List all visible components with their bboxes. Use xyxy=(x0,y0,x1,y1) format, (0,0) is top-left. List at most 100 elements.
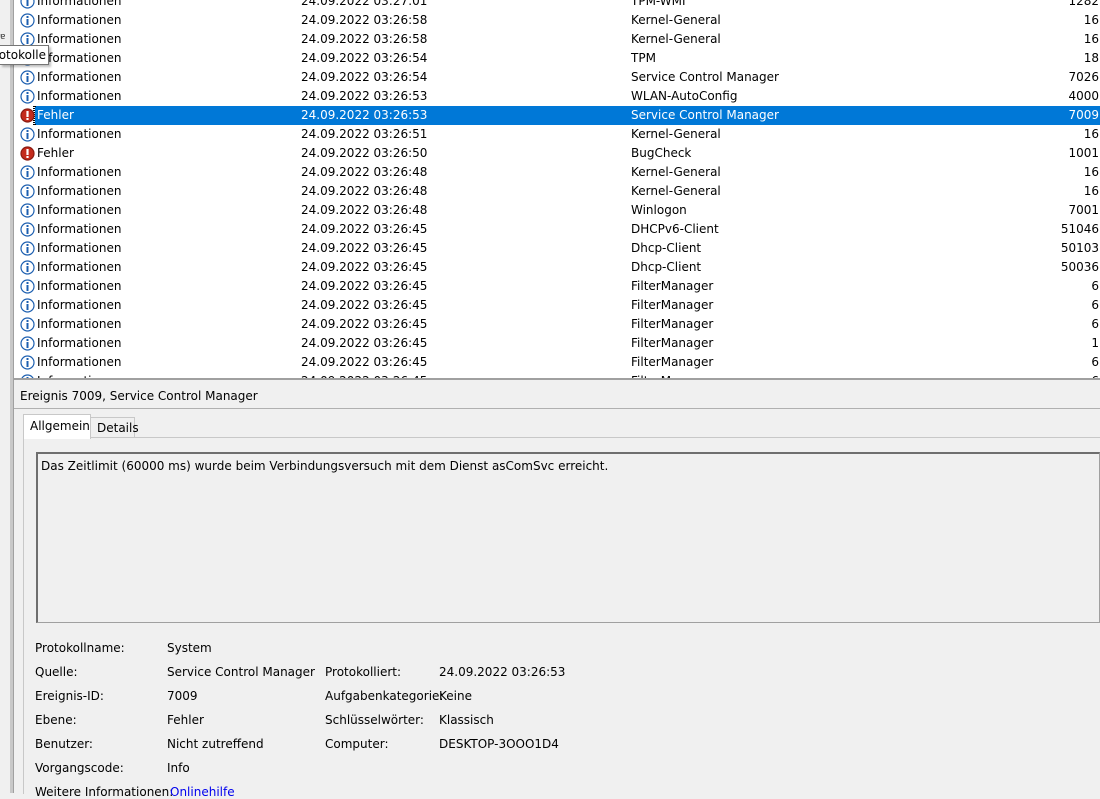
keywords-value: Klassisch xyxy=(439,713,494,727)
keywords-label: Schlüsselwörter: xyxy=(325,713,424,727)
event-row[interactable]: Informationen 24.09.2022 03:26:45 Dhcp-Cli… xyxy=(14,239,1100,258)
event-id-value: 7009 xyxy=(167,689,198,703)
log-name-label: Protokollname: xyxy=(35,641,125,655)
event-id: 1282 xyxy=(1068,0,1099,8)
event-id: 16 xyxy=(1083,32,1099,46)
event-row[interactable]: Informationen 24.09.2022 03:26:45 Dhcp-Cli… xyxy=(14,258,1100,277)
event-level: Informationen xyxy=(37,317,122,331)
info-icon xyxy=(20,89,35,104)
event-date: 24.09.2022 03:26:51 xyxy=(301,127,428,141)
event-date: 24.09.2022 03:26:58 xyxy=(301,13,428,27)
event-id: 7009 xyxy=(1068,108,1099,122)
event-row[interactable]: Informationen 24.09.2022 03:26:48 Kernel-G… xyxy=(14,182,1100,201)
event-list[interactable]: Informationen 24.09.2022 03:27:01 TPM-WMI 1… xyxy=(14,0,1100,380)
event-source: Kernel-General xyxy=(631,13,721,27)
event-level: Informationen xyxy=(37,89,122,103)
opcode-value: Info xyxy=(167,761,190,775)
event-id: 18 xyxy=(1083,51,1099,65)
event-date: 24.09.2022 03:26:48 xyxy=(301,184,428,198)
event-row[interactable]: Informationen 24.09.2022 03:26:54 Service … xyxy=(14,68,1100,87)
event-row[interactable]: Fehler 24.09.2022 03:26:50 BugCheck 1001 xyxy=(14,144,1100,163)
event-message-box[interactable]: Das Zeitlimit (60000 ms) wurde beim Verb… xyxy=(36,452,1100,623)
event-id: 6 xyxy=(1091,317,1099,331)
event-row[interactable]: Informationen 24.09.2022 03:26:45 FilterMa… xyxy=(14,315,1100,334)
event-level: Informationen xyxy=(37,51,122,65)
info-icon xyxy=(20,0,35,9)
online-help-link[interactable]: Onlinehilfe xyxy=(170,785,235,799)
tab-details[interactable]: Details xyxy=(91,417,139,438)
detail-header: Ereignis 7009, Service Control Manager xyxy=(14,381,1100,409)
event-row[interactable]: Informationen 24.09.2022 03:26:51 Kernel-G… xyxy=(14,125,1100,144)
event-source: Winlogon xyxy=(631,203,687,217)
user-value: Nicht zutreffend xyxy=(167,737,264,751)
horizontal-splitter[interactable] xyxy=(14,378,1100,380)
event-source: FilterManager xyxy=(631,298,714,312)
source-value: Service Control Manager xyxy=(167,665,315,679)
level-value: Fehler xyxy=(167,713,204,727)
more-info-label: Weitere Informationen: xyxy=(35,785,174,799)
info-icon xyxy=(20,70,35,85)
event-row[interactable]: Informationen 24.09.2022 03:26:58 Kernel-G… xyxy=(14,11,1100,30)
event-row[interactable]: Informationen 24.09.2022 03:26:45 DHCPv6-C… xyxy=(14,220,1100,239)
event-row[interactable]: Informationen 24.09.2022 03:26:45 FilterMa… xyxy=(14,334,1100,353)
event-row[interactable]: Informationen 24.09.2022 03:27:01 TPM-WMI 1… xyxy=(14,0,1100,11)
event-source: Dhcp-Client xyxy=(631,260,702,274)
info-icon xyxy=(20,222,35,237)
event-id: 16 xyxy=(1083,13,1099,27)
info-icon xyxy=(20,260,35,275)
event-id: 51046 xyxy=(1060,222,1099,236)
event-level: Fehler xyxy=(37,108,74,122)
event-row[interactable]: Informationen 24.09.2022 03:26:45 FilterMa… xyxy=(14,353,1100,372)
event-source: Kernel-General xyxy=(631,127,721,141)
event-level: Informationen xyxy=(37,203,122,217)
event-id: 50103 xyxy=(1060,241,1099,255)
event-id: 1 xyxy=(1091,336,1099,350)
event-row[interactable]: Fehler 24.09.2022 03:26:53 Service Control… xyxy=(14,106,1100,125)
event-source: Service Control Manager xyxy=(631,70,779,84)
event-id-label: Ereignis-ID: xyxy=(35,689,104,703)
event-level: Informationen xyxy=(37,0,122,8)
tab-general[interactable]: Allgemein xyxy=(23,414,91,439)
event-level: Informationen xyxy=(37,279,122,293)
task-category-label: Aufgabenkategorie: xyxy=(325,689,444,703)
info-icon xyxy=(20,165,35,180)
event-id: 16 xyxy=(1083,127,1099,141)
event-date: 24.09.2022 03:27:01 xyxy=(301,0,428,8)
level-label: Ebene: xyxy=(35,713,77,727)
event-level: Informationen xyxy=(37,222,122,236)
event-source: Service Control Manager xyxy=(631,108,779,122)
event-level: Informationen xyxy=(37,336,122,350)
info-icon xyxy=(20,13,35,28)
event-level: Informationen xyxy=(37,260,122,274)
logged-value: 24.09.2022 03:26:53 xyxy=(439,665,566,679)
event-row[interactable]: Informationen 24.09.2022 03:26:45 FilterMa… xyxy=(14,296,1100,315)
event-date: 24.09.2022 03:26:50 xyxy=(301,146,428,160)
event-date: 24.09.2022 03:26:45 xyxy=(301,355,428,369)
event-id: 16 xyxy=(1083,184,1099,198)
event-source: Kernel-General xyxy=(631,184,721,198)
left-pane-text-fragment: ɐ xyxy=(0,32,6,42)
info-icon xyxy=(20,127,35,142)
info-icon xyxy=(20,298,35,313)
event-level: Informationen xyxy=(37,184,122,198)
event-row[interactable]: Informationen 24.09.2022 03:26:45 FilterMa… xyxy=(14,277,1100,296)
event-date: 24.09.2022 03:26:48 xyxy=(301,165,428,179)
error-icon xyxy=(20,146,35,161)
event-row[interactable]: Informationen 24.09.2022 03:26:53 WLAN-Aut… xyxy=(14,87,1100,106)
log-name-value: System xyxy=(167,641,212,655)
event-row[interactable]: Informationen 24.09.2022 03:26:54 TPM 18 xyxy=(14,49,1100,68)
event-row[interactable]: Informationen 24.09.2022 03:26:48 Kernel-G… xyxy=(14,163,1100,182)
event-source: Kernel-General xyxy=(631,32,721,46)
event-source: WLAN-AutoConfig xyxy=(631,89,738,103)
event-date: 24.09.2022 03:26:54 xyxy=(301,51,428,65)
row-selection-highlight xyxy=(35,106,1100,125)
info-icon xyxy=(20,317,35,332)
event-level: Informationen xyxy=(37,32,122,46)
event-level: Informationen xyxy=(37,355,122,369)
event-row[interactable]: Informationen 24.09.2022 03:26:58 Kernel-G… xyxy=(14,30,1100,49)
event-id: 7001 xyxy=(1068,203,1099,217)
event-date: 24.09.2022 03:26:58 xyxy=(301,32,428,46)
error-icon xyxy=(20,108,35,123)
event-row[interactable]: Informationen 24.09.2022 03:26:48 Winlogon… xyxy=(14,201,1100,220)
tooltip-text: Protokolle xyxy=(0,48,46,62)
